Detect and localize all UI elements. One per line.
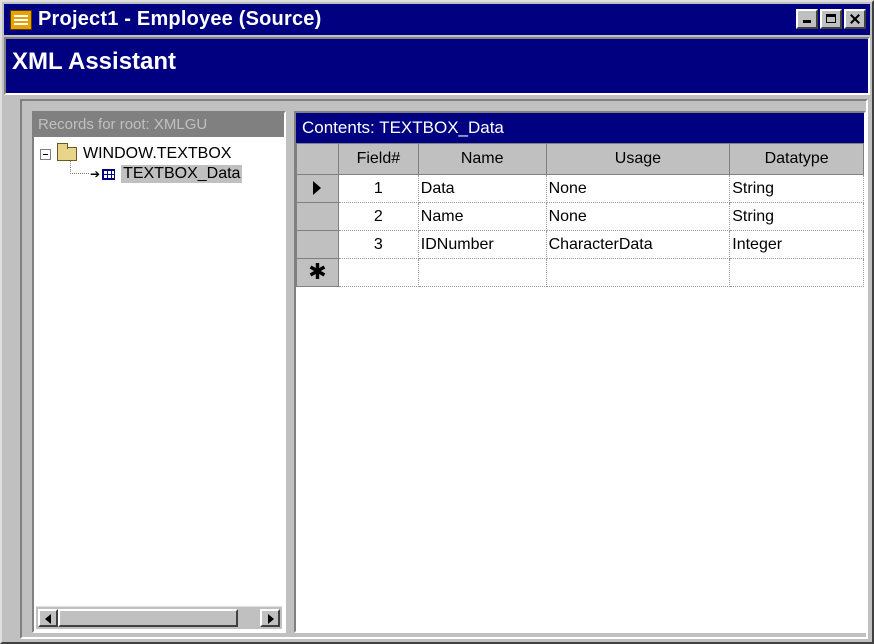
close-button[interactable] (844, 9, 866, 29)
arrow-icon: ➔ (90, 167, 101, 181)
grid-header-row: Field# Name Usage Datatype (296, 143, 864, 175)
cell-datatype[interactable]: Integer (729, 230, 864, 259)
records-header: Records for root: XMLGU (34, 113, 284, 137)
application-window: Project1 - Employee (Source) XML Assista… (0, 0, 874, 644)
column-header-field[interactable]: Field# (337, 143, 419, 175)
new-record-star-icon: ✱ (308, 258, 327, 284)
row-selector[interactable] (296, 202, 339, 231)
column-header-datatype[interactable]: Datatype (729, 143, 864, 175)
open-folder-icon (57, 143, 77, 161)
cell-datatype[interactable] (729, 258, 864, 287)
table-row[interactable]: 2 Name None String (296, 202, 864, 231)
contents-header: Contents: TEXTBOX_Data (296, 113, 864, 143)
cell-field-number[interactable]: 1 (337, 174, 419, 203)
cell-name[interactable]: Data (417, 174, 547, 203)
cell-usage[interactable]: None (545, 174, 731, 203)
cell-name[interactable] (417, 258, 547, 287)
cell-usage[interactable]: CharacterData (545, 230, 731, 259)
column-header-name[interactable]: Name (417, 143, 547, 175)
scroll-thumb[interactable] (58, 609, 238, 627)
cell-name[interactable]: IDNumber (417, 230, 547, 259)
table-icon (102, 168, 116, 180)
row-selector-new[interactable]: ✱ (296, 258, 339, 287)
cell-name[interactable]: Name (417, 202, 547, 231)
tree-node-window-label: WINDOW.TEXTBOX (83, 145, 232, 162)
cell-field-number[interactable]: 2 (337, 202, 419, 231)
app-icon[interactable] (10, 9, 32, 30)
cell-field-number[interactable] (337, 258, 419, 287)
window-controls (796, 9, 866, 29)
collapse-icon[interactable] (40, 148, 51, 160)
assistant-banner: XML Assistant (4, 37, 870, 95)
column-header-usage[interactable]: Usage (545, 143, 731, 175)
tree-node-textbox-data[interactable]: ➔ TEXTBOX_Data (90, 165, 243, 183)
tree-node-window[interactable]: WINDOW.TEXTBOX (40, 143, 232, 163)
cell-usage[interactable] (545, 258, 731, 287)
current-row-arrow-icon (313, 181, 322, 196)
tree-connector (70, 161, 89, 174)
cell-datatype[interactable]: String (729, 174, 864, 203)
window-title: Project1 - Employee (Source) (38, 8, 322, 30)
table-row[interactable]: 3 IDNumber CharacterData Integer (296, 230, 864, 259)
banner-title: XML Assistant (12, 48, 177, 75)
minimize-button[interactable] (796, 9, 818, 29)
cell-usage[interactable]: None (545, 202, 731, 231)
records-tree-pane[interactable]: Records for root: XMLGU WINDOW.TEXTBOX ➔… (32, 111, 286, 633)
horizontal-scrollbar[interactable] (36, 606, 282, 629)
row-selector-current[interactable] (296, 174, 339, 203)
fields-grid[interactable]: Field# Name Usage Datatype 1 Data None S… (296, 143, 864, 287)
contents-pane: Contents: TEXTBOX_Data Field# Name Usage… (294, 111, 866, 633)
title-bar[interactable]: Project1 - Employee (Source) (4, 4, 870, 35)
cell-field-number[interactable]: 3 (337, 230, 419, 259)
row-selector[interactable] (296, 230, 339, 259)
content-area: Records for root: XMLGU WINDOW.TEXTBOX ➔… (20, 99, 868, 639)
grid-corner-cell[interactable] (296, 143, 339, 175)
cell-datatype[interactable]: String (729, 202, 864, 231)
scroll-right-button[interactable] (260, 609, 280, 627)
maximize-button[interactable] (820, 9, 842, 29)
new-record-row[interactable]: ✱ (296, 258, 864, 287)
scroll-left-button[interactable] (38, 609, 58, 627)
tree-node-textbox-data-label: TEXTBOX_Data (121, 165, 243, 183)
table-row[interactable]: 1 Data None String (296, 174, 864, 203)
